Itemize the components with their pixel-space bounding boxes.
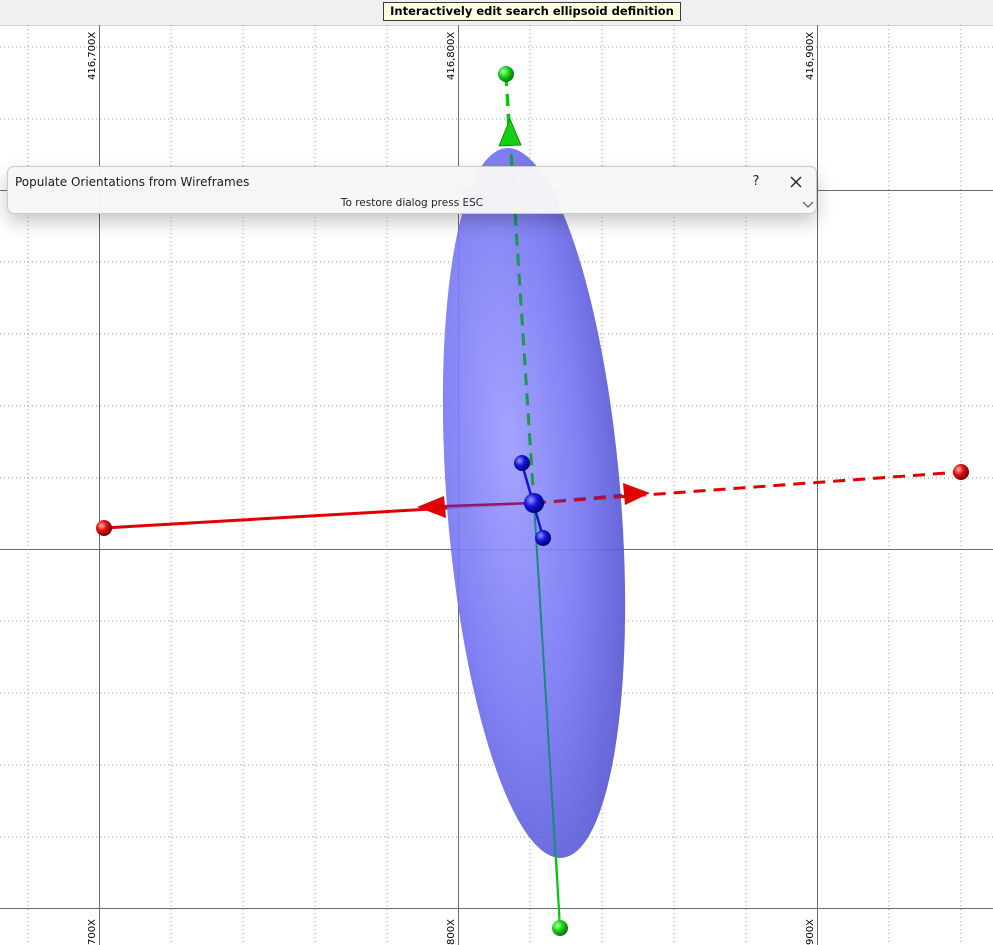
axis-label-bottom-800: 800X (446, 919, 457, 945)
help-icon[interactable]: ? (746, 172, 766, 192)
ellipsoid-center-handle[interactable] (524, 493, 544, 513)
major-axis-handle-top[interactable] (498, 66, 514, 82)
chevron-down-icon[interactable] (801, 198, 815, 210)
semi-axis-handle-left[interactable] (96, 520, 112, 536)
dialog-title: Populate Orientations from Wireframes (15, 175, 250, 189)
populate-orientations-dialog[interactable]: Populate Orientations from Wireframes ? … (7, 166, 817, 214)
major-axis-handle-bottom[interactable] (552, 920, 568, 936)
viewport-toolbar: Interactively edit search ellipsoid defi… (0, 0, 993, 26)
minor-axis-handle-top[interactable] (514, 455, 530, 471)
dialog-restore-hint: To restore dialog press ESC (340, 197, 484, 209)
axis-label-bottom-900: 900X (805, 919, 816, 945)
major-axis-solid-bottom (555, 854, 561, 929)
3d-viewport[interactable]: 416,700X 416,800X 416,900X 700X 800X 900… (0, 25, 993, 945)
axis-label-x-416700: 416,700X (87, 32, 98, 80)
mode-banner: Interactively edit search ellipsoid defi… (383, 2, 681, 21)
minor-axis-handle-bottom[interactable] (535, 530, 551, 546)
major-axis-arrow[interactable] (498, 117, 522, 147)
semi-axis-arrow-right[interactable] (623, 483, 650, 505)
axis-label-x-416900: 416,900X (805, 32, 816, 80)
close-icon[interactable] (785, 171, 807, 193)
semi-axis-handle-right[interactable] (953, 464, 969, 480)
axis-label-bottom-700: 700X (87, 919, 98, 945)
semi-axis-arrow-left[interactable] (417, 496, 446, 518)
axis-label-x-416800: 416,800X (446, 32, 457, 80)
